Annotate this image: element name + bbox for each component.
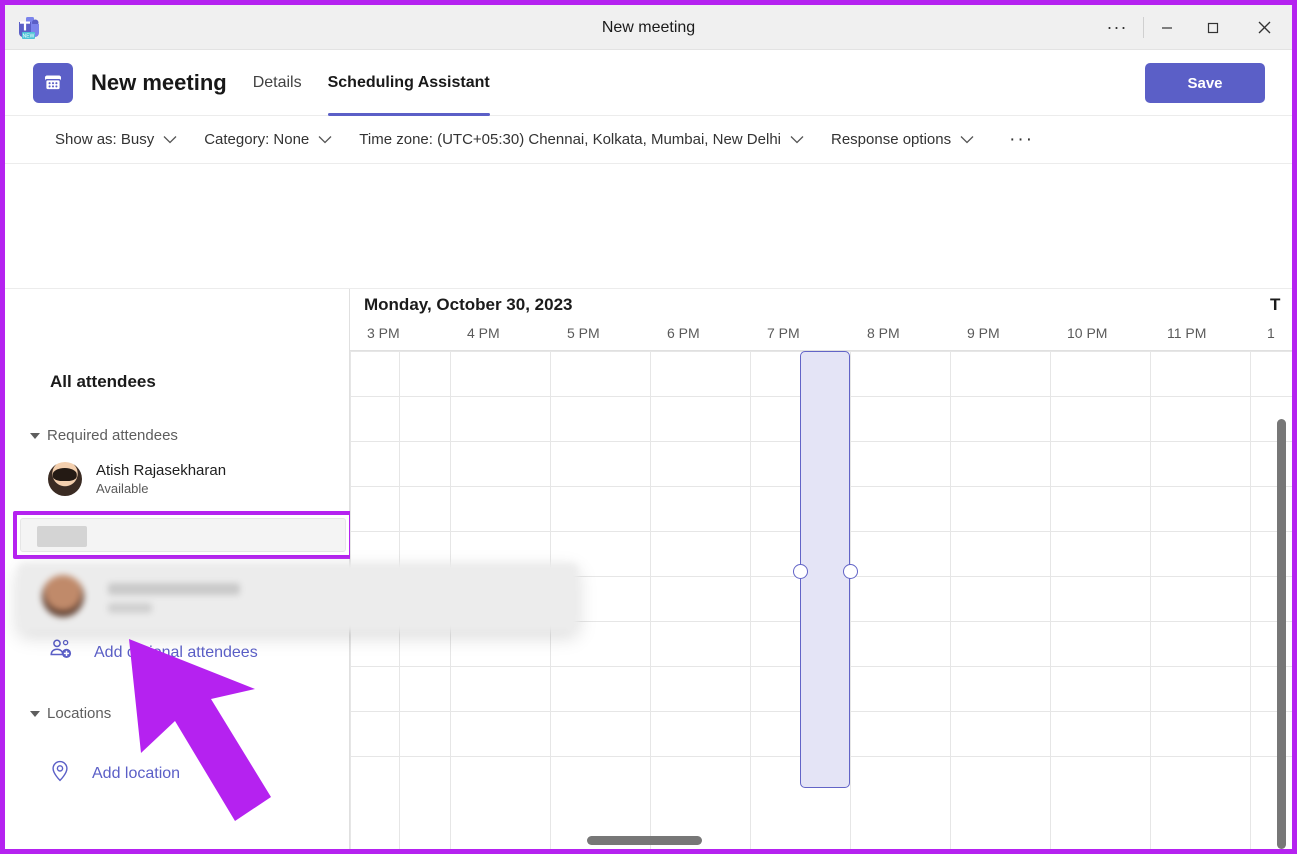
chevron-down-icon	[960, 131, 974, 148]
caret-down-icon	[30, 432, 40, 439]
calendar-next-day-heading: T	[1270, 295, 1281, 314]
attendee-text: Atish Rajasekharan Available	[96, 461, 226, 497]
tab-details[interactable]: Details	[253, 50, 302, 116]
chevron-down-icon	[790, 131, 804, 148]
gridline-vertical	[1250, 351, 1251, 849]
attendee-search-highlight	[13, 511, 353, 559]
selection-start-handle[interactable]	[792, 564, 808, 579]
locations-group[interactable]: Locations	[30, 705, 111, 722]
required-attendees-label: Required attendees	[47, 427, 178, 444]
hour-label: 8 PM	[867, 325, 900, 341]
hour-label: 10 PM	[1067, 325, 1108, 341]
suggestion-subtitle-blurred	[108, 603, 152, 613]
attendee-suggestion-dropdown[interactable]	[18, 563, 578, 631]
tab-scheduling-assistant[interactable]: Scheduling Assistant	[327, 50, 490, 116]
redacted-text-block	[37, 526, 87, 547]
meeting-header-bar: New meeting Details Scheduling Assistant…	[5, 50, 1292, 116]
titlebar-more-button[interactable]: ···	[1091, 5, 1143, 50]
gridline-vertical	[950, 351, 951, 849]
save-button[interactable]: Save	[1145, 63, 1265, 103]
show-as-dropdown[interactable]: Show as: Busy	[55, 131, 177, 148]
add-optional-attendees-button[interactable]: Add optional attendees	[48, 638, 258, 667]
add-people-icon	[48, 638, 74, 667]
chevron-down-icon	[318, 131, 332, 148]
calendar-header: Monday, October 30, 2023 T 3 PM 4 PM 5 PM 6…	[350, 289, 1292, 351]
all-attendees-heading: All attendees	[50, 372, 156, 391]
status-badge: Available	[96, 481, 149, 496]
calendar-icon	[33, 62, 73, 103]
teams-app-icon: NEW	[13, 11, 45, 43]
datetime-section: 7:30 PM 8:00 PM 30m All day View my	[5, 164, 1292, 481]
hour-label: 1	[1267, 325, 1275, 341]
timezone-label: Time zone: (UTC+05:30) Chennai, Kolkata,…	[359, 131, 781, 148]
show-as-label: Show as: Busy	[55, 131, 155, 148]
suggestion-name-blurred	[108, 583, 240, 595]
category-dropdown[interactable]: Category: None	[204, 131, 332, 148]
window-titlebar: NEW New meeting ···	[5, 5, 1292, 50]
gridline-vertical	[850, 351, 851, 849]
minimize-button[interactable]	[1144, 5, 1190, 50]
gridline-vertical	[1050, 351, 1051, 849]
gridline-vertical	[1150, 351, 1151, 849]
chevron-down-icon	[163, 131, 177, 148]
hour-label: 9 PM	[967, 325, 1000, 341]
close-button[interactable]	[1236, 5, 1292, 50]
window-controls: ···	[1091, 5, 1292, 50]
attendees-panel: All attendees Required attendees Atish R…	[5, 289, 578, 849]
vertical-scrollbar-thumb[interactable]	[1277, 419, 1286, 849]
gridline-vertical	[650, 351, 651, 849]
response-options-dropdown[interactable]: Response options	[831, 131, 974, 148]
horizontal-scrollbar[interactable]	[350, 833, 1292, 847]
hour-label: 11 PM	[1167, 325, 1207, 341]
hour-label: 7 PM	[767, 325, 800, 341]
gridline-vertical	[750, 351, 751, 849]
list-item[interactable]: Atish Rajasekharan Available	[48, 461, 226, 497]
horizontal-scrollbar-thumb[interactable]	[587, 836, 702, 845]
page-title: New meeting	[91, 69, 227, 95]
calendar-date-heading: Monday, October 30, 2023	[364, 295, 573, 314]
options-overflow-button[interactable]: ···	[1009, 129, 1034, 151]
location-pin-icon	[48, 759, 72, 788]
scheduling-assistant-body: All attendees Required attendees Atish R…	[5, 289, 1292, 849]
hour-label: 5 PM	[567, 325, 600, 341]
required-attendees-group[interactable]: Required attendees	[30, 427, 178, 444]
suggestion-avatar	[42, 575, 84, 617]
hour-label: 6 PM	[667, 325, 700, 341]
hour-label: 3 PM	[367, 325, 400, 341]
caret-down-icon	[30, 710, 40, 717]
locations-label: Locations	[47, 705, 112, 722]
response-options-label: Response options	[831, 131, 952, 148]
selection-end-handle[interactable]	[842, 564, 858, 579]
teams-new-meeting-window: NEW New meeting ··· New meeting Details …	[0, 0, 1297, 854]
hour-label: 4 PM	[467, 325, 500, 341]
maximize-button[interactable]	[1190, 5, 1236, 50]
timezone-dropdown[interactable]: Time zone: (UTC+05:30) Chennai, Kolkata,…	[359, 131, 804, 148]
category-label: Category: None	[204, 131, 310, 148]
svg-text:NEW: NEW	[23, 34, 35, 40]
add-location-button[interactable]: Add location	[48, 759, 180, 788]
add-location-label: Add location	[92, 764, 181, 782]
attendee-name: Atish Rajasekharan	[96, 462, 227, 479]
avatar	[48, 462, 82, 496]
attendee-search-input[interactable]	[20, 518, 346, 552]
add-optional-attendees-label: Add optional attendees	[94, 643, 258, 661]
meeting-options-toolbar: Show as: Busy Category: None Time zone: …	[5, 116, 1292, 164]
